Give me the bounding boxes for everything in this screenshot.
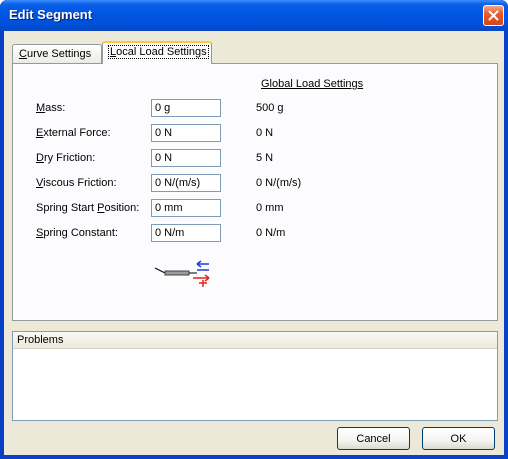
external-force-global-value: 0 N [256,127,274,139]
spring-start-position-global-value: 0 mm [256,202,284,214]
tab-local-focus: Local Load Settings [108,45,209,59]
global-load-settings-heading: Global Load Settings [261,78,364,90]
mass-label-accel: M [36,102,46,114]
spring-constant-field[interactable]: 0 N/m [151,224,221,242]
local-load-settings-panel: Global Load Settings Mass: 0 g 500 g Ext… [12,63,498,321]
problems-column-header: Problems [13,332,497,349]
close-button[interactable] [483,5,504,26]
dialog-client-area: Curve Settings Local Load Settings Globa… [4,31,504,455]
mass-label: Mass: [36,102,65,114]
viscous-friction-label: Viscous Friction: [36,177,117,189]
mass-global-value: 500 g [256,102,284,114]
mass-field[interactable]: 0 g [151,99,221,117]
tab-local-label: ocal Load Settings [116,46,207,58]
cancel-button[interactable]: Cancel [337,427,410,450]
problems-list[interactable]: Problems [12,331,498,421]
window-frame-bottom [0,455,508,459]
title-bar[interactable]: Edit Segment [0,0,508,31]
viscous-friction-label-text: iscous Friction: [43,177,117,189]
spring-start-position-label: Spring Start Position: [36,202,139,214]
external-force-label: External Force: [36,127,111,139]
viscous-friction-global-value: 0 N/(m/s) [256,177,302,189]
ok-button[interactable]: OK [422,427,495,450]
load-direction-icon [154,260,210,287]
window-title: Edit Segment [9,7,93,22]
tab-curve-settings[interactable]: Curve Settings [12,44,102,63]
mass-label-text: ass: [45,102,66,114]
dry-friction-label-accel: D [36,152,44,164]
spring-constant-label-text: pring Constant: [43,227,118,239]
tab-local-load-settings[interactable]: Local Load Settings [102,41,212,64]
spring-start-position-label-pre: Spring Start [36,202,98,214]
dry-friction-label-text: ry Friction: [43,152,96,164]
dry-friction-field[interactable]: 0 N [151,149,221,167]
dry-friction-global-value: 5 N [256,152,274,164]
external-force-label-text: xternal Force: [43,127,111,139]
tab-curve-accel: C [19,48,27,60]
spring-start-position-label-text: osition: [104,202,140,214]
close-icon [488,10,499,21]
spring-start-position-field[interactable]: 0 mm [151,199,221,217]
external-force-field[interactable]: 0 N [151,124,221,142]
spring-constant-label: Spring Constant: [36,227,118,239]
viscous-friction-field[interactable]: 0 N/(m/s) [151,174,221,192]
dry-friction-label: Dry Friction: [36,152,95,164]
spring-constant-global-value: 0 N/m [256,227,286,239]
tab-curve-label: urve Settings [26,48,92,60]
window-frame-right [504,31,508,459]
edit-segment-window: Edit Segment Curve Settings Local Load S… [0,0,508,459]
